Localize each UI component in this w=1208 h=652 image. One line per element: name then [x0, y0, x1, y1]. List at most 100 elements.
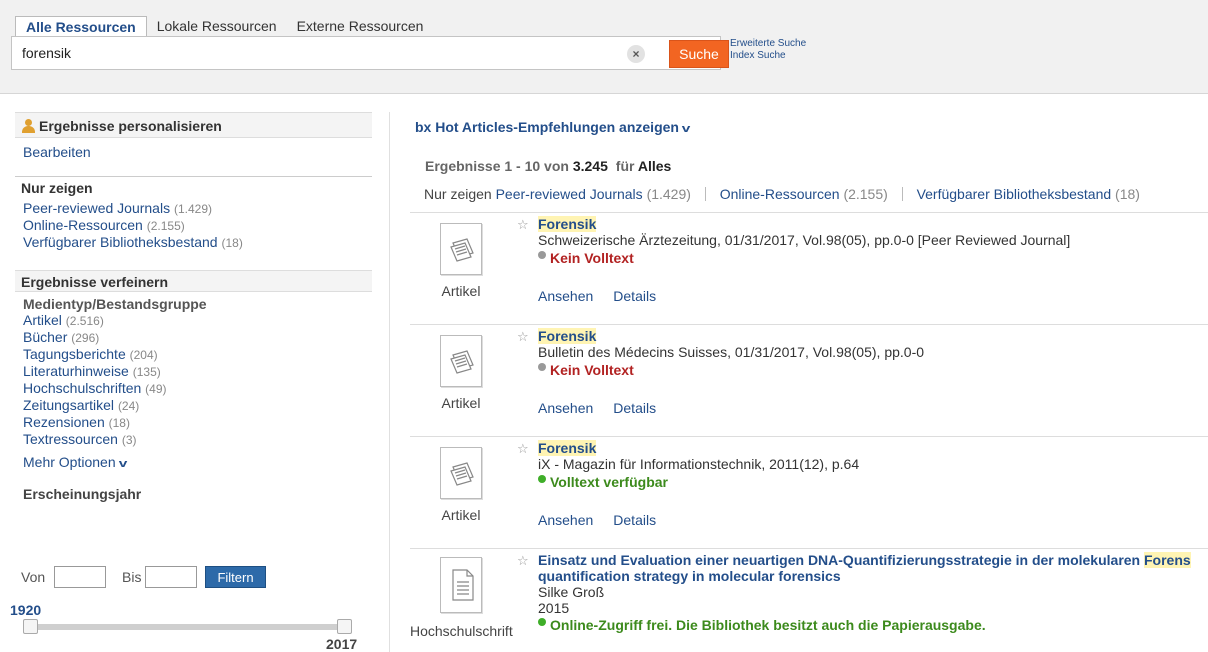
facet-media-item[interactable]: Rezensionen (18) [23, 414, 372, 431]
article-icon [450, 462, 474, 486]
details-link[interactable]: Details [613, 512, 656, 528]
refine-header: Ergebnisse verfeinern [15, 270, 372, 292]
facet-media-item[interactable]: Bücher (296) [23, 329, 372, 346]
show-only-header: Nur zeigen [15, 176, 372, 198]
advanced-search-link[interactable]: Erweiterte Suche [730, 38, 806, 50]
article-thumbnail[interactable] [440, 223, 482, 275]
facet-media-item[interactable]: Literaturhinweise (135) [23, 363, 372, 380]
hot-articles-toggle[interactable]: bx Hot Articles-Empfehlungen anzeigen v [415, 119, 690, 135]
result-author: Silke Groß [538, 584, 605, 600]
search-header: Alle Ressourcen Lokale Ressourcen Extern… [0, 0, 1208, 94]
details-link[interactable]: Details [613, 288, 656, 304]
facet-online-resources[interactable]: Online-Ressourcen (2.155) [23, 217, 372, 234]
edit-link[interactable]: Bearbeiten [23, 144, 91, 160]
facet-media-item[interactable]: Artikel (2.516) [23, 312, 372, 329]
personalize-header: Ergebnisse personalisieren [15, 112, 372, 138]
filter-peer-reviewed[interactable]: Peer-reviewed Journals [496, 186, 643, 202]
media-type-facet: Medientyp/Bestandsgruppe Artikel (2.516)… [15, 292, 372, 502]
result-title-line2[interactable]: quantification strategy in molecular for… [538, 568, 841, 584]
year-min-label: 1920 [10, 602, 42, 618]
media-type-label: Artikel [441, 507, 481, 523]
filter-library-holdings[interactable]: Verfügbarer Bibliotheksbestand [917, 186, 1112, 202]
result-source: Bulletin des Médecins Suisses, 01/31/201… [538, 344, 925, 360]
more-options[interactable]: Mehr Optionen v [23, 454, 372, 470]
index-search-link[interactable]: Index Suche [730, 50, 806, 62]
result-title[interactable]: Forensik [538, 328, 597, 344]
person-icon [21, 119, 35, 133]
search-box: × Suche [11, 36, 729, 70]
show-only-title: Nur zeigen [21, 180, 93, 196]
hot-articles-label: bx Hot Articles-Empfehlungen anzeigen [415, 119, 679, 135]
result-item: Artikel ☆ Forensik Schweizerische Ärztez… [410, 212, 1208, 324]
show-only-filter-row: Nur zeigen Peer-reviewed Journals (1.429… [424, 186, 1140, 202]
result-title[interactable]: Forensik [538, 216, 597, 232]
media-type-label: Artikel [441, 283, 481, 299]
result-item: Artikel ☆ Forensik iX - Magazin für Info… [410, 436, 1208, 548]
clear-search-icon[interactable]: × [627, 45, 645, 63]
column-divider [389, 112, 390, 652]
year-to-label: Bis [122, 569, 142, 585]
year-slider-min-handle[interactable] [23, 619, 38, 634]
scope-tabs: Alle Ressourcen Lokale Ressourcen Extern… [15, 16, 433, 36]
result-title[interactable]: Einsatz und Evaluation einer neuartigen … [538, 552, 1208, 568]
result-actions: Ansehen Details [538, 512, 676, 528]
search-input[interactable] [22, 45, 582, 61]
results-summary: Ergebnisse 1 - 10 von 3.245 für Alles [425, 158, 672, 174]
result-actions: Ansehen Details [538, 400, 676, 416]
star-icon[interactable]: ☆ [517, 329, 529, 345]
filter-button[interactable]: Filtern [205, 566, 266, 588]
media-type-label: Artikel [441, 395, 481, 411]
star-icon[interactable]: ☆ [517, 553, 529, 569]
result-source: iX - Magazin für Informationstechnik, 20… [538, 456, 860, 472]
facet-media-item[interactable]: Tagungsberichte (204) [23, 346, 372, 363]
year-title: Erscheinungsjahr [23, 486, 142, 502]
result-year: 2015 [538, 600, 570, 616]
year-to-input[interactable] [145, 566, 197, 588]
availability-status: Kein Volltext [538, 362, 634, 378]
more-options-link[interactable]: Mehr Optionen [23, 454, 116, 470]
facet-library-holdings[interactable]: Verfügbarer Bibliotheksbestand (18) [23, 234, 372, 251]
tab-external-resources[interactable]: Externe Ressourcen [287, 16, 434, 36]
article-icon [450, 238, 474, 262]
availability-status: Volltext verfügbar [538, 474, 668, 490]
facet-media-item[interactable]: Textressourcen (3) [23, 431, 372, 448]
facet-media-item[interactable]: Hochschulschriften (49) [23, 380, 372, 397]
status-dot-icon [538, 475, 546, 483]
status-dot-icon [538, 363, 546, 371]
search-button[interactable]: Suche [669, 40, 729, 68]
star-icon[interactable]: ☆ [517, 217, 529, 233]
refine-title: Ergebnisse verfeinern [21, 274, 169, 290]
sidebar: Ergebnisse personalisieren Bearbeiten Nu… [15, 112, 372, 588]
year-slider-track[interactable] [24, 624, 352, 630]
view-link[interactable]: Ansehen [538, 288, 593, 304]
result-item: Hochschulschrift ☆ Einsatz und Evaluatio… [410, 548, 1208, 652]
result-source: Schweizerische Ärztezeitung, 01/31/2017,… [538, 232, 1071, 248]
thesis-thumbnail[interactable] [440, 557, 482, 613]
year-from-input[interactable] [54, 566, 106, 588]
article-icon [450, 350, 474, 374]
media-type-label: Hochschulschrift [410, 623, 513, 639]
chevron-down-icon: v [118, 458, 127, 470]
view-link[interactable]: Ansehen [538, 400, 593, 416]
tab-local-resources[interactable]: Lokale Ressourcen [147, 16, 287, 36]
year-slider-max-handle[interactable] [337, 619, 352, 634]
year-filter: Von Bis Filtern [15, 566, 315, 588]
star-icon[interactable]: ☆ [517, 441, 529, 457]
result-actions: Ansehen Details [538, 288, 676, 304]
status-dot-icon [538, 618, 546, 626]
tab-all-resources[interactable]: Alle Ressourcen [15, 16, 147, 36]
article-thumbnail[interactable] [440, 447, 482, 499]
view-link[interactable]: Ansehen [538, 512, 593, 528]
result-title[interactable]: Forensik [538, 440, 597, 456]
filter-online-resources[interactable]: Online-Ressourcen [720, 186, 840, 202]
media-type-title: Medientyp/Bestandsgruppe [23, 296, 207, 312]
show-only-list: Peer-reviewed Journals (1.429) Online-Re… [15, 198, 372, 270]
facet-media-item[interactable]: Zeitungsartikel (24) [23, 397, 372, 414]
result-item: Artikel ☆ Forensik Bulletin des Médecins… [410, 324, 1208, 436]
availability-status: Kein Volltext [538, 250, 634, 266]
availability-status: Online-Zugriff frei. Die Bibliothek besi… [538, 617, 986, 633]
facet-peer-reviewed[interactable]: Peer-reviewed Journals (1.429) [23, 200, 372, 217]
year-max-label: 2017 [326, 636, 358, 652]
details-link[interactable]: Details [613, 400, 656, 416]
article-thumbnail[interactable] [440, 335, 482, 387]
